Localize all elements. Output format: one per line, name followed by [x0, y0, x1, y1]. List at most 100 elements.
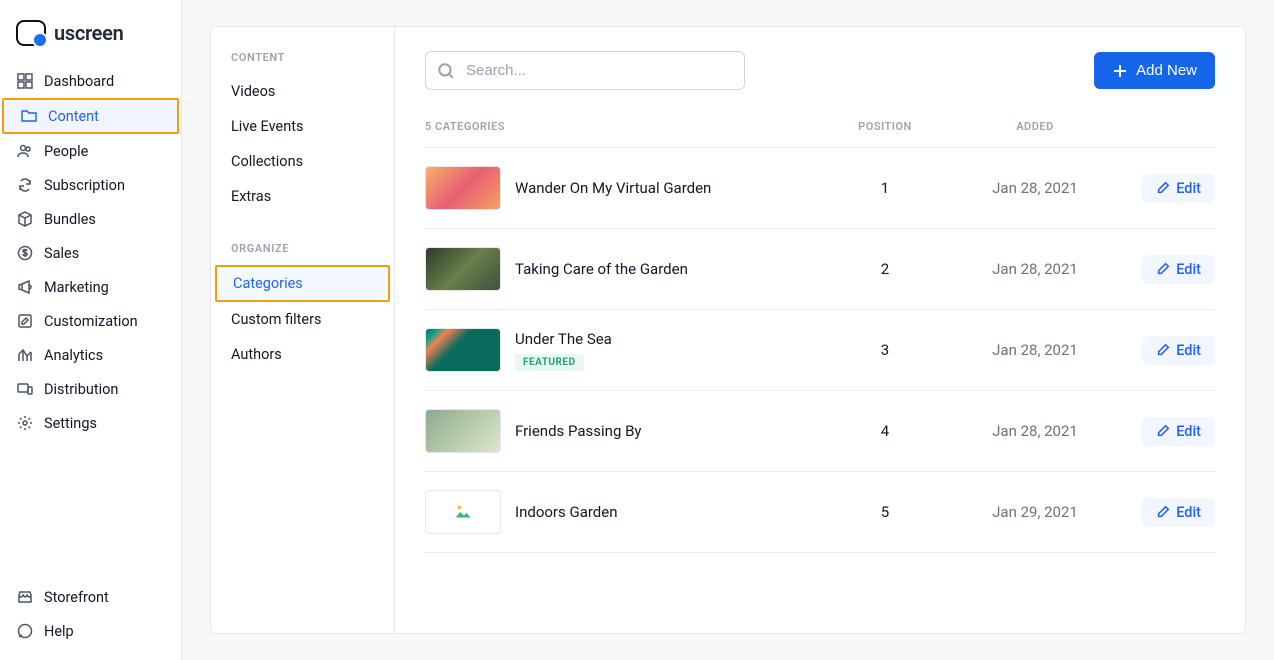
- sidebar-item-distribution[interactable]: Distribution: [0, 372, 181, 406]
- edit-button[interactable]: Edit: [1142, 336, 1215, 365]
- edit-label: Edit: [1176, 180, 1201, 197]
- search-input[interactable]: [425, 51, 745, 90]
- sidebar-item-people[interactable]: People: [0, 134, 181, 168]
- category-position: 4: [825, 422, 945, 440]
- plus-icon: [1112, 63, 1128, 79]
- subside-item-live-events[interactable]: Live Events: [211, 109, 394, 144]
- subside-section-content: CONTENT: [211, 51, 394, 74]
- subside-item-label: Authors: [231, 346, 282, 363]
- category-added: Jan 28, 2021: [945, 422, 1125, 440]
- subside-item-label: Categories: [233, 275, 303, 292]
- nav-bottom-group: Storefront Help: [0, 570, 181, 648]
- sidebar-item-storefront[interactable]: Storefront: [0, 580, 181, 614]
- help-icon: [16, 622, 34, 640]
- table-row: Friends Passing By 4 Jan 28, 2021 Edit: [425, 391, 1215, 472]
- devices-icon: [16, 380, 34, 398]
- table-row: Under The Sea FEATURED 3 Jan 28, 2021 Ed…: [425, 310, 1215, 391]
- edit-button[interactable]: Edit: [1142, 417, 1215, 446]
- category-position: 3: [825, 341, 945, 359]
- content-panel: CONTENT Videos Live Events Collections E…: [210, 26, 1246, 634]
- dollar-icon: [16, 244, 34, 262]
- subside-item-categories[interactable]: Categories: [215, 265, 390, 302]
- folder-icon: [20, 107, 38, 125]
- sidebar-item-label: Sales: [44, 245, 79, 262]
- sidebar-item-label: Settings: [44, 415, 97, 432]
- toolbar-row: Add New: [425, 51, 1215, 90]
- category-added: Jan 28, 2021: [945, 179, 1125, 197]
- edit-label: Edit: [1176, 504, 1201, 521]
- sidebar-item-label: Bundles: [44, 211, 96, 228]
- sidebar-item-label: Marketing: [44, 279, 109, 296]
- sidebar-item-settings[interactable]: Settings: [0, 406, 181, 440]
- subside-item-collections[interactable]: Collections: [211, 144, 394, 179]
- sidebar-item-label: Help: [44, 623, 74, 640]
- main-area: CONTENT Videos Live Events Collections E…: [182, 0, 1274, 660]
- edit-button[interactable]: Edit: [1142, 498, 1215, 527]
- col-count: 5 CATEGORIES: [425, 120, 825, 133]
- sidebar-item-label: Customization: [44, 313, 138, 330]
- nav-main-group: Dashboard Content People Subscription Bu…: [0, 64, 181, 570]
- sidebar-item-label: Analytics: [44, 347, 103, 364]
- subside-item-label: Collections: [231, 153, 303, 170]
- content-sub-sidebar: CONTENT Videos Live Events Collections E…: [211, 27, 395, 633]
- row-name-cell: Friends Passing By: [515, 422, 825, 440]
- image-placeholder-icon: [452, 501, 474, 523]
- refresh-icon: [16, 176, 34, 194]
- edit-button[interactable]: Edit: [1142, 255, 1215, 284]
- app-root: uscreen Dashboard Content People Subscri…: [0, 0, 1274, 660]
- gear-icon: [16, 414, 34, 432]
- search-icon: [437, 62, 455, 80]
- edit-icon: [1156, 505, 1170, 519]
- sidebar-item-bundles[interactable]: Bundles: [0, 202, 181, 236]
- sidebar-item-label: Distribution: [44, 381, 118, 398]
- subside-item-videos[interactable]: Videos: [211, 74, 394, 109]
- sidebar-item-analytics[interactable]: Analytics: [0, 338, 181, 372]
- people-icon: [16, 142, 34, 160]
- sidebar-item-dashboard[interactable]: Dashboard: [0, 64, 181, 98]
- row-name-cell: Under The Sea FEATURED: [515, 330, 825, 371]
- categories-content: Add New 5 CATEGORIES POSITION ADDED Wand…: [395, 27, 1245, 633]
- subside-item-label: Live Events: [231, 118, 303, 135]
- category-added: Jan 28, 2021: [945, 260, 1125, 278]
- edit-label: Edit: [1176, 261, 1201, 278]
- subside-item-authors[interactable]: Authors: [211, 337, 394, 372]
- logo-mark-icon: [16, 20, 46, 46]
- sidebar-item-marketing[interactable]: Marketing: [0, 270, 181, 304]
- edit-icon: [1156, 424, 1170, 438]
- category-title: Under The Sea: [515, 330, 825, 348]
- edit-button[interactable]: Edit: [1142, 174, 1215, 203]
- category-title: Indoors Garden: [515, 503, 825, 521]
- category-thumbnail: [425, 328, 501, 372]
- edit-label: Edit: [1176, 423, 1201, 440]
- table-header: 5 CATEGORIES POSITION ADDED: [425, 120, 1215, 148]
- subside-item-label: Custom filters: [231, 311, 322, 328]
- subside-item-label: Videos: [231, 83, 275, 100]
- category-title: Taking Care of the Garden: [515, 260, 825, 278]
- subside-item-extras[interactable]: Extras: [211, 179, 394, 214]
- sidebar-item-customization[interactable]: Customization: [0, 304, 181, 338]
- sidebar-item-label: Dashboard: [44, 73, 114, 90]
- chart-icon: [16, 346, 34, 364]
- table-row: Taking Care of the Garden 2 Jan 28, 2021…: [425, 229, 1215, 310]
- category-title: Wander On My Virtual Garden: [515, 179, 825, 197]
- category-thumbnail: [425, 490, 501, 534]
- sidebar-item-content[interactable]: Content: [2, 98, 179, 134]
- category-position: 5: [825, 503, 945, 521]
- main-sidebar: uscreen Dashboard Content People Subscri…: [0, 0, 182, 660]
- sidebar-item-subscription[interactable]: Subscription: [0, 168, 181, 202]
- sidebar-item-help[interactable]: Help: [0, 614, 181, 648]
- brand-logo[interactable]: uscreen: [0, 12, 181, 64]
- sidebar-item-label: Content: [48, 108, 99, 125]
- brand-name: uscreen: [54, 21, 123, 45]
- sidebar-item-sales[interactable]: Sales: [0, 236, 181, 270]
- add-new-button[interactable]: Add New: [1094, 52, 1215, 89]
- storefront-icon: [16, 588, 34, 606]
- featured-badge: FEATURED: [515, 354, 584, 371]
- edit-label: Edit: [1176, 342, 1201, 359]
- sidebar-item-label: People: [44, 143, 88, 160]
- row-name-cell: Taking Care of the Garden: [515, 260, 825, 278]
- category-added: Jan 28, 2021: [945, 341, 1125, 359]
- edit-icon: [1156, 262, 1170, 276]
- category-title: Friends Passing By: [515, 422, 825, 440]
- subside-item-custom-filters[interactable]: Custom filters: [211, 302, 394, 337]
